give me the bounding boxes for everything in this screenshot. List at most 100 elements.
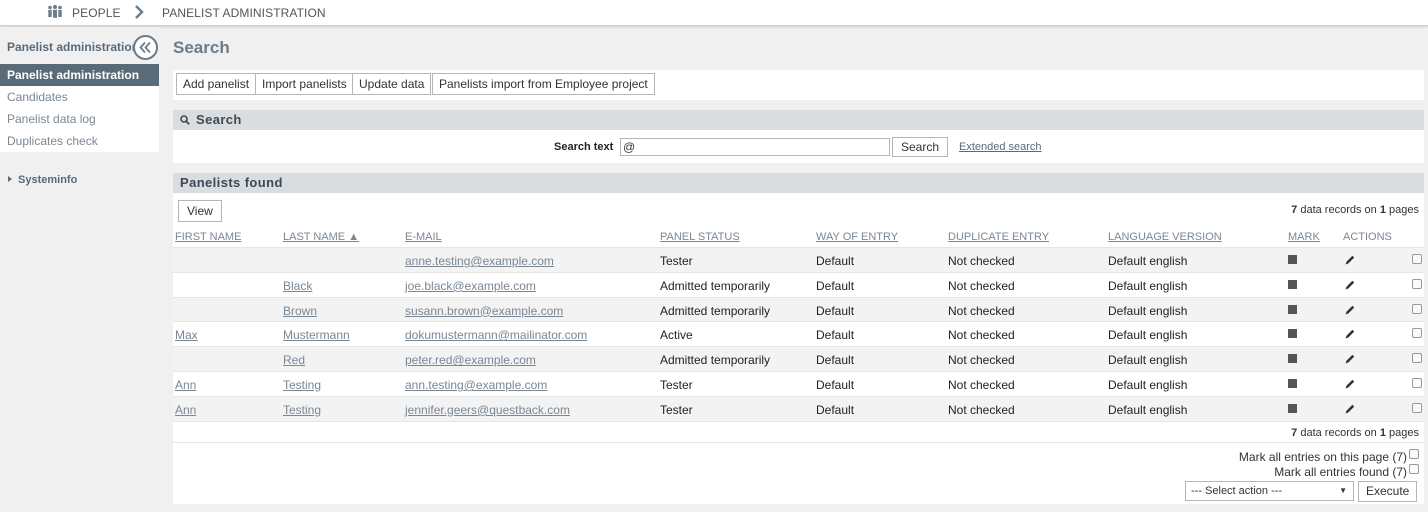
select-action-value: --- Select action --- xyxy=(1191,485,1283,497)
row-checkbox[interactable] xyxy=(1412,353,1422,364)
cell-duplicate-entry: Not checked xyxy=(948,402,1015,417)
extended-search-link[interactable]: Extended search xyxy=(959,141,1042,153)
page-count-text: pages xyxy=(1385,204,1419,216)
cell-last-name[interactable]: Black xyxy=(283,279,312,293)
cell-way-of-entry: Default xyxy=(816,402,855,417)
cell-language-version: Default english xyxy=(1108,402,1188,417)
search-button[interactable]: Search xyxy=(892,137,949,157)
row-checkbox[interactable] xyxy=(1412,303,1422,314)
breadcrumb-people[interactable]: PEOPLE xyxy=(72,6,121,20)
mark-square-icon[interactable] xyxy=(1288,403,1297,413)
cell-last-name[interactable]: Red xyxy=(283,353,305,367)
pencil-icon[interactable] xyxy=(1344,353,1356,368)
cell-last-name[interactable]: Testing xyxy=(283,378,321,392)
row-checkbox[interactable] xyxy=(1412,402,1422,413)
col-first-name[interactable]: FIRST NAME xyxy=(175,231,241,243)
add-panelist-button[interactable]: Add panelist xyxy=(176,73,257,95)
pencil-icon[interactable] xyxy=(1344,328,1356,343)
cell-panel-status: Admitted temporarily xyxy=(660,278,771,293)
cell-last-name[interactable]: Brown xyxy=(283,304,317,318)
col-last-name[interactable]: LAST NAME ▲ xyxy=(283,231,359,243)
table-footer: 7 data records on 1 pages xyxy=(173,421,1424,443)
table-header: FIRST NAME LAST NAME ▲ E-MAIL PANEL STAT… xyxy=(173,228,1424,246)
record-count-bottom: 7 data records on 1 pages xyxy=(1291,427,1419,439)
cell-email[interactable]: ann.testing@example.com xyxy=(405,378,547,392)
cell-language-version: Default english xyxy=(1108,353,1188,368)
mark-all-found-checkbox[interactable] xyxy=(1409,464,1419,474)
mark-square-icon[interactable] xyxy=(1288,329,1297,339)
mark-all-found-label: Mark all entries found (7) xyxy=(1274,465,1407,479)
col-duplicate-entry[interactable]: DUPLICATE ENTRY xyxy=(948,231,1049,243)
search-icon xyxy=(180,111,190,131)
sidebar-item-panelist-administration[interactable]: Panelist administration xyxy=(0,64,159,86)
mark-all-page: Mark all entries on this page (7) xyxy=(1239,449,1419,464)
sidebar: Panelist administration Panelist adminis… xyxy=(0,27,159,512)
cell-panel-status: Tester xyxy=(660,402,693,417)
mark-square-icon[interactable] xyxy=(1288,279,1297,289)
cell-email[interactable]: anne.testing@example.com xyxy=(405,254,554,268)
cell-duplicate-entry: Not checked xyxy=(948,328,1015,343)
table-row: anne.testing@example.com Tester Default Not… xyxy=(173,247,1424,272)
col-email[interactable]: E-MAIL xyxy=(405,231,442,243)
cell-duplicate-entry: Not checked xyxy=(948,303,1015,318)
chevron-right-icon xyxy=(134,4,144,23)
cell-email[interactable]: peter.red@example.com xyxy=(405,353,536,367)
mark-square-icon[interactable] xyxy=(1288,378,1297,388)
sidebar-systeminfo[interactable]: Systeminfo xyxy=(8,174,77,186)
collapse-sidebar-button[interactable] xyxy=(133,35,158,60)
cell-first-name[interactable]: Ann xyxy=(175,403,196,417)
cell-email[interactable]: jennifer.geers@questback.com xyxy=(405,403,570,417)
search-input[interactable] xyxy=(620,138,890,156)
cell-last-name[interactable]: Testing xyxy=(283,403,321,417)
cell-email[interactable]: susann.brown@example.com xyxy=(405,304,563,318)
sidebar-nav: Panelist administration Candidates Panel… xyxy=(0,64,159,152)
breadcrumb-panelist-administration[interactable]: PANELIST ADMINISTRATION xyxy=(162,6,326,20)
update-data-button[interactable]: Update data xyxy=(352,73,432,95)
sidebar-item-duplicates-check[interactable]: Duplicates check xyxy=(0,130,159,152)
cell-last-name[interactable]: Mustermann xyxy=(283,328,350,342)
col-way-of-entry[interactable]: WAY OF ENTRY xyxy=(816,231,898,243)
employee-import-button[interactable]: Panelists import from Employee project xyxy=(432,73,655,95)
cell-email[interactable]: dokumustermann@mailinator.com xyxy=(405,328,587,342)
sidebar-item-panelist-data-log[interactable]: Panelist data log xyxy=(0,108,159,130)
pencil-icon[interactable] xyxy=(1344,403,1356,418)
cell-email[interactable]: joe.black@example.com xyxy=(405,279,536,293)
col-language-version[interactable]: LANGUAGE VERSION xyxy=(1108,231,1222,243)
sidebar-item-candidates[interactable]: Candidates xyxy=(0,86,159,108)
mark-square-icon[interactable] xyxy=(1288,354,1297,364)
results-panel-header: Panelists found xyxy=(173,173,1424,193)
cell-first-name[interactable]: Max xyxy=(175,328,198,342)
cell-duplicate-entry: Not checked xyxy=(948,278,1015,293)
select-action-dropdown[interactable]: --- Select action --- ▼ xyxy=(1185,481,1354,501)
cell-language-version: Default english xyxy=(1108,328,1188,343)
row-checkbox[interactable] xyxy=(1412,377,1422,388)
sidebar-title: Panelist administration xyxy=(7,40,140,54)
cell-panel-status: Tester xyxy=(660,377,693,392)
cell-panel-status: Admitted temporarily xyxy=(660,303,771,318)
cell-panel-status: Active xyxy=(660,328,693,343)
col-mark[interactable]: MARK xyxy=(1288,231,1320,243)
col-panel-status[interactable]: PANEL STATUS xyxy=(660,231,740,243)
cell-language-version: Default english xyxy=(1108,254,1188,268)
row-checkbox[interactable] xyxy=(1412,254,1422,264)
import-panelists-button[interactable]: Import panelists xyxy=(255,73,354,95)
cell-first-name[interactable]: Ann xyxy=(175,378,196,392)
pencil-icon[interactable] xyxy=(1344,254,1356,269)
mark-all-page-checkbox[interactable] xyxy=(1409,449,1419,459)
mark-square-icon[interactable] xyxy=(1288,304,1297,314)
mark-square-icon[interactable] xyxy=(1288,255,1297,264)
cell-panel-status: Admitted temporarily xyxy=(660,353,771,368)
pencil-icon[interactable] xyxy=(1344,304,1356,319)
search-text-label: Search text xyxy=(554,141,614,153)
pencil-icon[interactable] xyxy=(1344,279,1356,294)
table-row: Brown susann.brown@example.com Admitted te… xyxy=(173,296,1424,322)
execute-button[interactable]: Execute xyxy=(1358,481,1418,502)
row-checkbox[interactable] xyxy=(1412,328,1422,339)
cell-duplicate-entry: Not checked xyxy=(948,353,1015,368)
pencil-icon[interactable] xyxy=(1344,378,1356,393)
table-row: Max Mustermann dokumustermann@mailinator.c… xyxy=(173,321,1424,347)
view-button[interactable]: View xyxy=(178,200,222,222)
cell-duplicate-entry: Not checked xyxy=(948,254,1015,268)
row-checkbox[interactable] xyxy=(1412,278,1422,289)
cell-way-of-entry: Default xyxy=(816,353,855,368)
